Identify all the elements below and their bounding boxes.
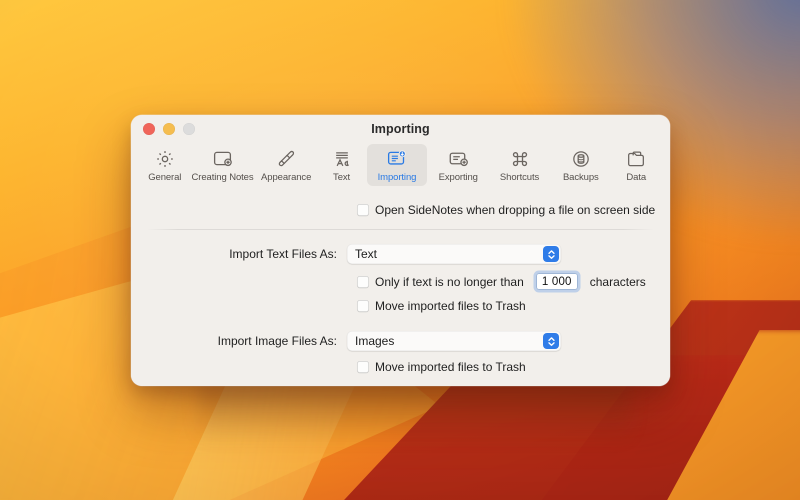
text-move-to-trash-row[interactable]: Move imported files to Trash — [357, 299, 670, 313]
preferences-window: Importing General Creating Notes Appeara… — [131, 115, 670, 386]
minimize-button[interactable] — [163, 122, 175, 135]
section-divider — [147, 229, 654, 230]
tab-data[interactable]: Data — [612, 144, 660, 186]
chevron-updown-icon — [543, 333, 559, 349]
note-plus-icon — [212, 148, 233, 169]
sidenotes-checkbox-label: Open SideNotes when dropping a file on s… — [375, 203, 656, 217]
import-doc-icon — [386, 148, 407, 169]
tab-exporting-label: Exporting — [438, 172, 478, 183]
import-text-files-value: Text — [355, 247, 378, 261]
desktop-wallpaper: Importing General Creating Notes Appeara… — [0, 0, 800, 500]
image-move-to-trash-checkbox[interactable] — [357, 361, 369, 373]
tab-shortcuts[interactable]: Shortcuts — [490, 144, 549, 186]
import-text-files-row: Import Text Files As: Text — [131, 244, 670, 264]
chevron-updown-icon — [543, 246, 559, 262]
length-limit-value: 1 000 — [541, 275, 572, 288]
tab-creating-notes-label: Creating Notes — [191, 172, 254, 183]
folder-data-icon — [626, 148, 646, 169]
length-limit-label-before: Only if text is no longer than — [375, 274, 524, 289]
tab-shortcuts-label: Shortcuts — [499, 172, 540, 183]
tab-appearance-label: Appearance — [261, 172, 312, 183]
import-image-files-select[interactable]: Images — [347, 331, 561, 351]
import-image-files-label: Import Image Files As: — [217, 334, 337, 348]
text-move-to-trash-label: Move imported files to Trash — [375, 299, 526, 313]
title-bar[interactable]: Importing — [131, 115, 670, 142]
close-button[interactable] — [143, 122, 155, 135]
import-text-files-select[interactable]: Text — [347, 244, 561, 264]
tab-general-label: General — [148, 172, 182, 183]
tab-text[interactable]: Text — [318, 144, 366, 186]
zoom-button — [183, 122, 195, 135]
tab-creating-notes[interactable]: Creating Notes — [191, 144, 255, 186]
tab-importing[interactable]: Importing — [367, 144, 427, 186]
tab-exporting[interactable]: Exporting — [429, 144, 488, 186]
sidenotes-checkbox[interactable] — [357, 204, 369, 216]
length-limit-checkbox[interactable] — [357, 275, 369, 288]
import-image-files-row: Import Image Files As: Images — [131, 331, 670, 351]
preferences-toolbar: General Creating Notes Appearance Text I… — [131, 142, 670, 193]
window-controls — [131, 122, 195, 135]
gear-icon — [155, 148, 175, 169]
import-text-files-label: Import Text Files As: — [229, 247, 337, 261]
import-image-files-value: Images — [355, 334, 395, 348]
importing-pane: Open SideNotes when dropping a file on s… — [131, 193, 670, 386]
text-move-to-trash-checkbox[interactable] — [357, 300, 369, 312]
length-limit-input[interactable]: 1 000 — [535, 273, 578, 290]
tab-backups[interactable]: Backups — [551, 144, 610, 186]
backup-disk-icon — [571, 148, 591, 169]
tab-backups-label: Backups — [562, 172, 599, 183]
tab-text-label: Text — [333, 172, 351, 183]
sidenotes-checkbox-row[interactable]: Open SideNotes when dropping a file on s… — [357, 197, 670, 217]
length-limit-row[interactable]: Only if text is no longer than 1 000 cha… — [357, 273, 670, 290]
image-move-to-trash-row[interactable]: Move imported files to Trash — [357, 360, 670, 374]
command-key-icon — [510, 148, 530, 169]
length-limit-label-after: characters — [589, 274, 646, 289]
tab-appearance[interactable]: Appearance — [257, 144, 316, 186]
tab-data-label: Data — [626, 172, 647, 183]
window-title: Importing — [371, 121, 430, 136]
wallpaper-shadow-band — [200, 382, 630, 442]
text-format-icon — [332, 148, 352, 169]
export-doc-icon — [448, 148, 469, 169]
tab-importing-label: Importing — [377, 172, 417, 183]
paintbrush-icon — [276, 148, 296, 169]
tab-general[interactable]: General — [141, 144, 189, 186]
image-move-to-trash-label: Move imported files to Trash — [375, 360, 526, 374]
